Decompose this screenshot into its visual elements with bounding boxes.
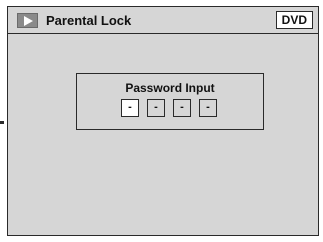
- source-badge: DVD: [275, 11, 313, 29]
- password-digit-1[interactable]: -: [121, 99, 139, 117]
- callout-mark: [0, 121, 4, 124]
- stage: Parental Lock DVD Password Input - - - -: [0, 0, 323, 242]
- dialog-title: Password Input: [125, 81, 215, 95]
- play-triangle-icon: [17, 13, 38, 28]
- password-digit-2[interactable]: -: [147, 99, 165, 117]
- play-triangle-glyph: [24, 16, 33, 26]
- password-input-dialog: Password Input - - - -: [76, 73, 264, 130]
- password-digit-3[interactable]: -: [173, 99, 191, 117]
- parental-lock-screen: Parental Lock DVD Password Input - - - -: [7, 6, 319, 236]
- page-title: Parental Lock: [46, 13, 132, 28]
- title-bar: Parental Lock DVD: [8, 7, 318, 34]
- password-digit-4[interactable]: -: [199, 99, 217, 117]
